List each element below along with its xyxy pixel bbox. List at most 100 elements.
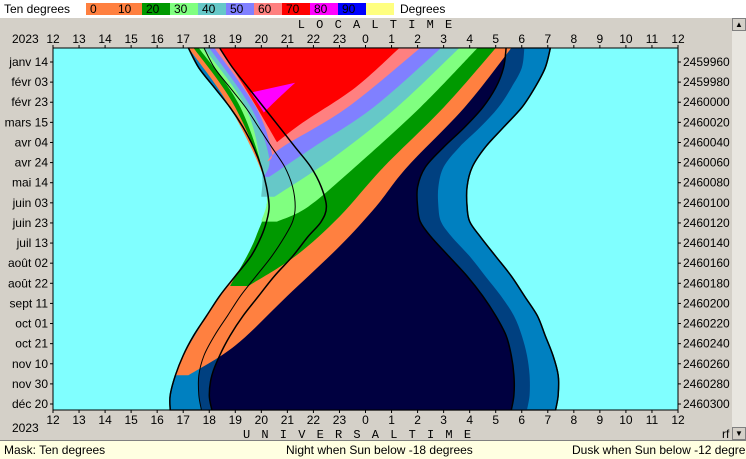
- hour-label-bottom: 14: [98, 413, 112, 427]
- status-night: Night when Sun below -18 degrees: [286, 443, 473, 457]
- legend-label: 90: [342, 2, 356, 16]
- legend-label: 80: [314, 2, 328, 16]
- date-label: août 22: [8, 276, 48, 290]
- julian-day-label: 2460120: [683, 216, 730, 230]
- hour-label-bottom: 19: [229, 413, 243, 427]
- legend-label: 60: [258, 2, 272, 16]
- julian-day-label: 2460000: [683, 95, 730, 109]
- hour-label-top: 12: [671, 32, 685, 46]
- julian-day-label: 2459960: [683, 55, 730, 69]
- date-label: févr 23: [11, 95, 48, 109]
- hour-label-top: 12: [46, 32, 60, 46]
- hour-label-bottom: 6: [518, 413, 525, 427]
- julian-day-label: 2460240: [683, 337, 730, 351]
- legend-label: 50: [230, 2, 244, 16]
- julian-day-label: 2460300: [683, 397, 730, 411]
- date-label: oct 21: [15, 337, 48, 351]
- date-label: nov 30: [12, 377, 48, 391]
- hour-label-top: 14: [98, 32, 112, 46]
- date-label: mars 15: [5, 115, 49, 129]
- date-label: nov 10: [12, 357, 48, 371]
- year-label-bottom: 2023: [12, 421, 39, 435]
- hour-label-top: 1: [388, 32, 395, 46]
- julian-day-label: 2460160: [683, 256, 730, 270]
- julian-day-label: 2460100: [683, 196, 730, 210]
- hour-label-bottom: 21: [281, 413, 295, 427]
- date-label: janv 14: [8, 55, 48, 69]
- hour-label-top: 16: [150, 32, 164, 46]
- julian-day-label: 2460200: [683, 296, 730, 310]
- date-label: avr 24: [15, 156, 49, 170]
- hour-label-bottom: 20: [255, 413, 269, 427]
- hour-label-bottom: 23: [333, 413, 347, 427]
- twilight-chart: 1212131314141515161617171818191920202121…: [0, 18, 732, 440]
- date-label: oct 01: [15, 317, 48, 331]
- legend-label: 0: [90, 2, 97, 16]
- julian-day-label: 2460260: [683, 357, 730, 371]
- hour-label-bottom: 13: [72, 413, 86, 427]
- status-dusk: Dusk when Sun below -12 degrees: [572, 443, 746, 457]
- hour-label-top: 21: [281, 32, 295, 46]
- julian-day-label: 2460220: [683, 317, 730, 331]
- hour-label-bottom: 1: [388, 413, 395, 427]
- hour-label-top: 7: [544, 32, 551, 46]
- hour-label-top: 18: [203, 32, 217, 46]
- vertical-scrollbar[interactable]: ▲ ▼: [732, 18, 746, 440]
- legend-label: 70: [286, 2, 300, 16]
- hour-label-top: 10: [619, 32, 633, 46]
- scroll-up-arrow-icon[interactable]: ▲: [732, 18, 746, 31]
- hour-label-bottom: 4: [466, 413, 473, 427]
- scroll-down-arrow-icon[interactable]: ▼: [732, 427, 746, 440]
- julian-day-label: 2460140: [683, 236, 730, 250]
- plot-area: [53, 47, 678, 411]
- hour-label-bottom: 8: [570, 413, 577, 427]
- julian-day-label: 2460040: [683, 135, 730, 149]
- hour-label-bottom: 12: [46, 413, 60, 427]
- hour-label-bottom: 11: [646, 413, 659, 427]
- status-mask: Mask: Ten degrees: [4, 443, 106, 457]
- hour-label-bottom: 12: [671, 413, 685, 427]
- hour-label-bottom: 22: [307, 413, 321, 427]
- hour-label-bottom: 10: [619, 413, 633, 427]
- date-label: déc 20: [12, 397, 48, 411]
- hour-label-bottom: 2: [414, 413, 421, 427]
- legend-bar: Ten degrees 0 10 20 30 40 50 60 70 80 90 Degrees: [0, 0, 746, 18]
- hour-label-top: 17: [177, 32, 191, 46]
- date-label: août 02: [8, 256, 48, 270]
- hour-label-top: 3: [440, 32, 447, 46]
- julian-day-label: 2460180: [683, 276, 730, 290]
- hour-label-bottom: 5: [492, 413, 499, 427]
- hour-label-bottom: 7: [544, 413, 551, 427]
- hour-label-top: 19: [229, 32, 243, 46]
- julian-day-label: 2460020: [683, 115, 730, 129]
- legend-swatch: [366, 3, 394, 15]
- julian-day-label: 2460080: [683, 176, 730, 190]
- legend-label: 40: [202, 2, 216, 16]
- date-label: juin 03: [12, 196, 49, 210]
- hour-label-top: 11: [646, 32, 659, 46]
- hour-label-top: 4: [466, 32, 473, 46]
- legend-label: 30: [174, 2, 188, 16]
- corner-mark: rf: [722, 427, 730, 440]
- hour-label-bottom: 0: [362, 413, 369, 427]
- hour-label-top: 20: [255, 32, 269, 46]
- legend-label: 10: [118, 2, 132, 16]
- date-label: mai 14: [12, 176, 48, 190]
- local-time-title: L O C A L T I M E: [298, 18, 454, 32]
- julian-day-label: 2460280: [683, 377, 730, 391]
- hour-label-bottom: 9: [597, 413, 604, 427]
- legend-mask-name: Ten degrees: [4, 2, 71, 16]
- hour-label-top: 22: [307, 32, 321, 46]
- year-label-top: 2023: [12, 32, 39, 46]
- hour-label-top: 5: [492, 32, 499, 46]
- hour-label-top: 2: [414, 32, 421, 46]
- date-label: sept 11: [10, 296, 49, 310]
- legend-units: Degrees: [400, 2, 446, 16]
- hour-label-bottom: 3: [440, 413, 447, 427]
- hour-label-top: 13: [72, 32, 86, 46]
- date-label: juin 23: [12, 216, 49, 230]
- hour-label-top: 23: [333, 32, 347, 46]
- hour-label-top: 8: [570, 32, 577, 46]
- hour-label-top: 15: [124, 32, 138, 46]
- date-label: juil 13: [16, 236, 49, 250]
